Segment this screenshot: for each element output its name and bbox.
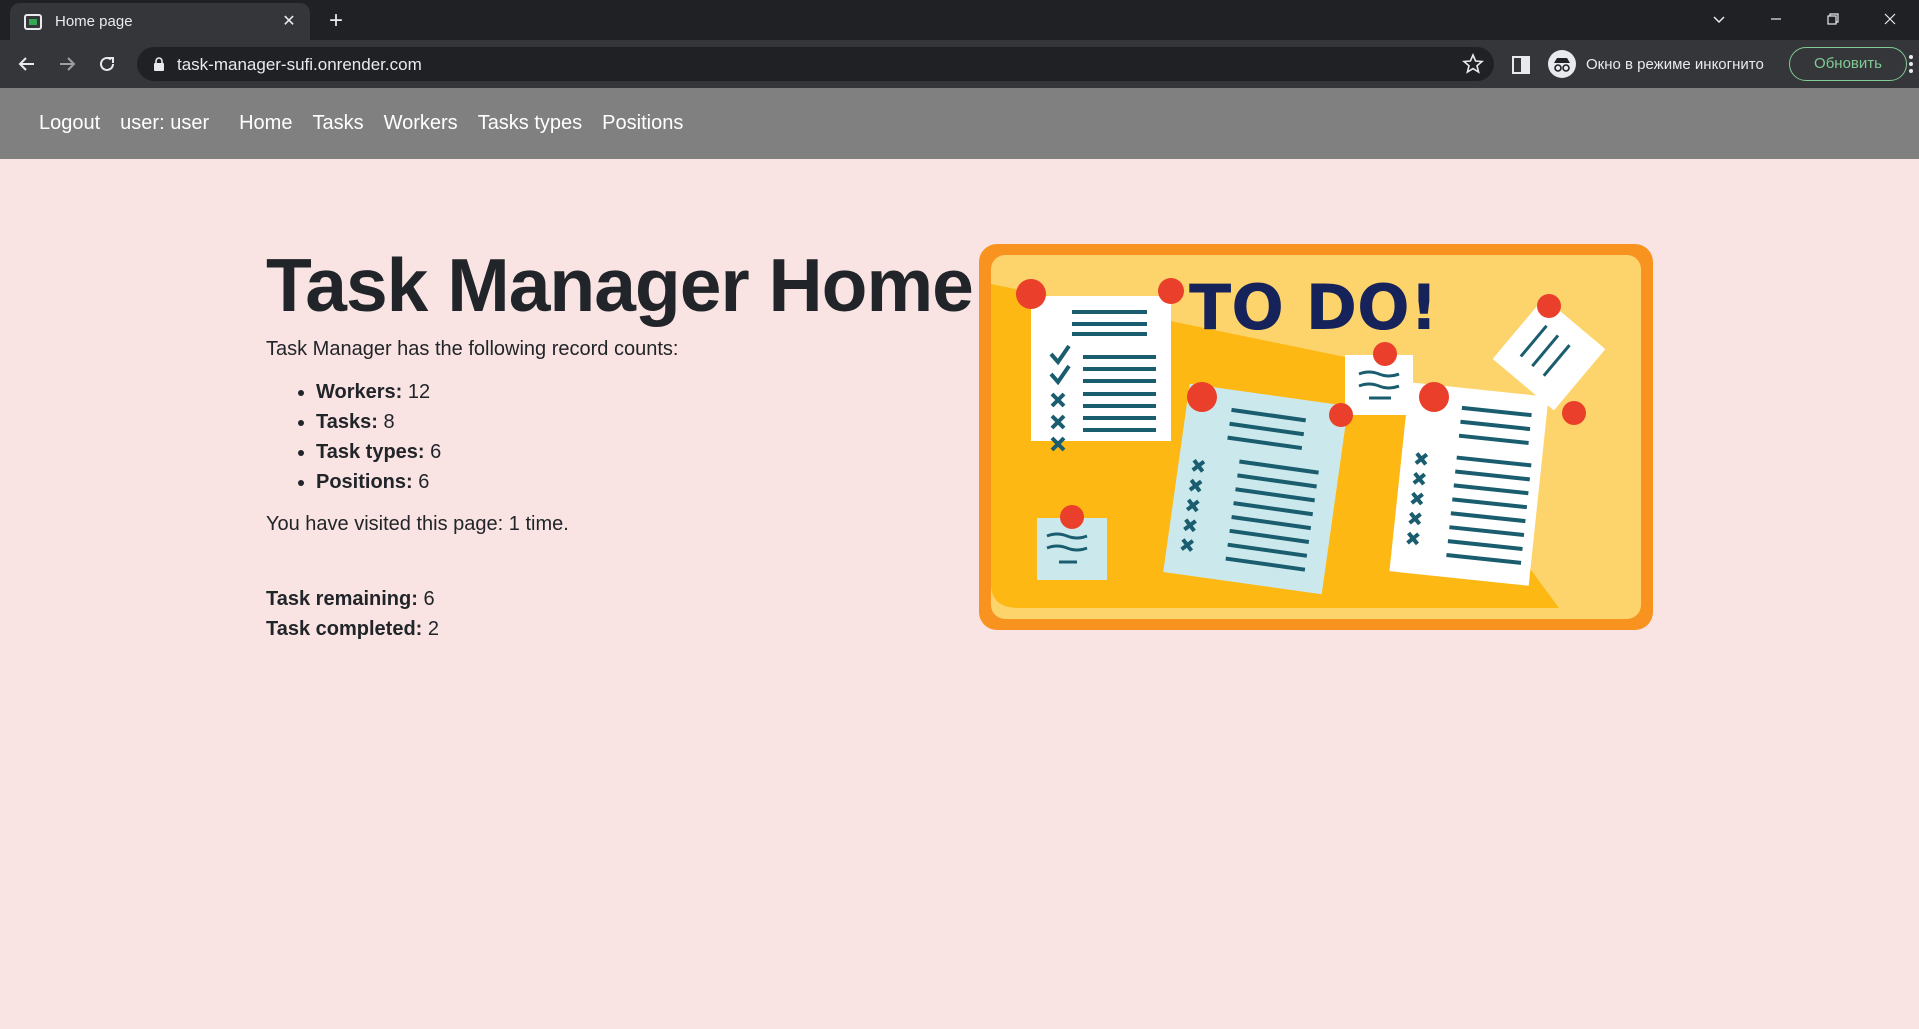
count-value: 6: [418, 471, 430, 493]
page-title: Task Manager Home: [266, 243, 974, 327]
logout-link[interactable]: Logout: [39, 112, 100, 135]
kebab-menu-icon[interactable]: [1908, 54, 1914, 74]
tab-strip: Home page ✕ +: [0, 0, 1919, 40]
count-value: 6: [430, 441, 442, 463]
reload-icon[interactable]: [92, 49, 122, 79]
completed-label: Task completed:: [266, 618, 423, 640]
incognito-icon: [1548, 50, 1576, 78]
visit-counter: You have visited this page: 1 time.: [266, 513, 569, 535]
incognito-label: Окно в режиме инкогнито: [1586, 55, 1764, 73]
minimize-icon[interactable]: [1756, 4, 1796, 34]
remaining-value: 6: [423, 588, 435, 610]
count-value: 8: [383, 411, 395, 433]
count-label: Task types:: [316, 441, 425, 463]
tasks-remaining: Task remaining: 6: [266, 584, 966, 614]
incognito-indicator[interactable]: Окно в режиме инкогнито: [1548, 50, 1764, 78]
tasks-completed: Task completed: 2: [266, 614, 966, 644]
current-user: user: user: [120, 112, 210, 134]
plus-icon[interactable]: +: [322, 8, 350, 36]
nav-link-workers[interactable]: Workers: [384, 112, 458, 135]
list-item: Workers: 12: [316, 377, 966, 407]
forward-arrow-icon[interactable]: [52, 49, 82, 79]
remaining-label: Task remaining:: [266, 588, 418, 610]
close-icon[interactable]: ✕: [278, 11, 300, 33]
browser-tab[interactable]: Home page ✕: [10, 3, 310, 40]
browser-toolbar: task-manager-sufi.onrender.com Окно в ре…: [0, 40, 1919, 88]
todo-heading: TO DO!: [1189, 271, 1438, 344]
list-item: Tasks: 8: [316, 407, 966, 437]
record-counts-list: Workers: 12 Tasks: 8 Task types: 6 Posit…: [316, 377, 966, 497]
list-item: Positions: 6: [316, 467, 966, 497]
nav-link-home[interactable]: Home: [239, 112, 292, 135]
list-item: Task types: 6: [316, 437, 966, 467]
task-status: Task remaining: 6 Task completed: 2: [266, 584, 966, 644]
url-text[interactable]: task-manager-sufi.onrender.com: [177, 55, 422, 75]
favicon-icon: [24, 14, 42, 30]
nav-link-task-types[interactable]: Tasks types: [478, 112, 582, 135]
count-label: Positions:: [316, 471, 413, 493]
close-window-icon[interactable]: [1870, 4, 1910, 34]
restore-icon[interactable]: [1813, 4, 1853, 34]
nav-link-positions[interactable]: Positions: [602, 112, 683, 135]
tab-title: Home page: [55, 13, 133, 30]
todo-illustration: TO DO!: [979, 244, 1653, 630]
side-panel-icon[interactable]: [1510, 54, 1532, 76]
back-arrow-icon[interactable]: [12, 49, 42, 79]
update-button[interactable]: Обновить: [1789, 47, 1907, 81]
intro-text: Task Manager has the following record co…: [266, 338, 679, 360]
main-content: Task Manager Home Task Manager has the f…: [266, 240, 974, 644]
count-label: Workers:: [316, 381, 403, 403]
lock-icon: [154, 57, 164, 71]
address-bar[interactable]: task-manager-sufi.onrender.com: [137, 47, 1494, 81]
completed-value: 2: [427, 618, 440, 640]
count-value: 12: [407, 381, 431, 403]
nav-link-tasks[interactable]: Tasks: [312, 112, 363, 135]
star-icon[interactable]: [1462, 53, 1484, 75]
site-navbar: Logout user: user Home Tasks Workers Tas…: [0, 88, 1919, 159]
chevron-down-icon[interactable]: [1699, 4, 1739, 34]
count-label: Tasks:: [316, 411, 378, 433]
